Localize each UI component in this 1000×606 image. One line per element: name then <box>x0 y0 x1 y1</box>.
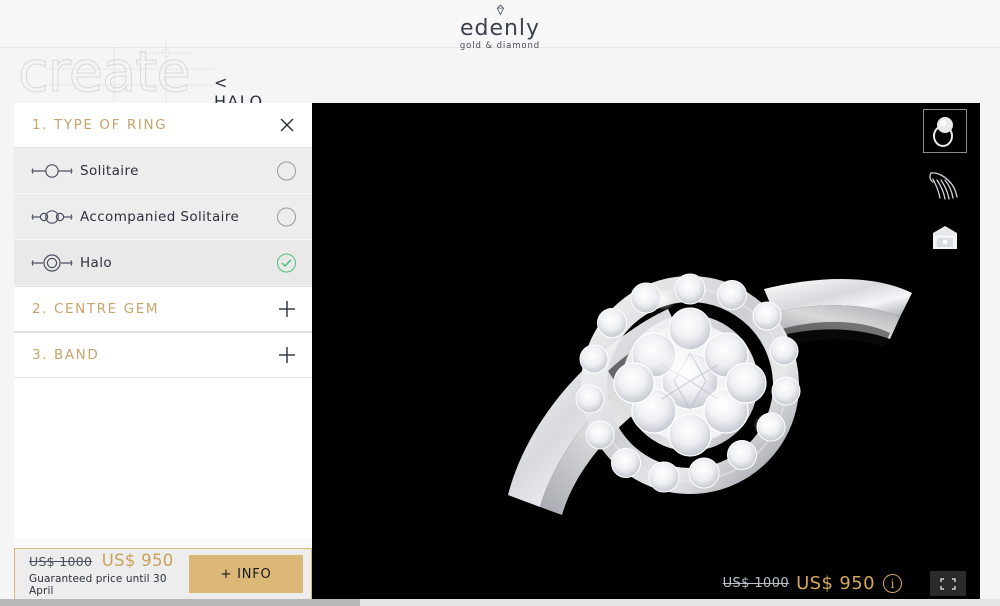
viewer-current-price: US$ 950 <box>796 573 875 594</box>
option-row-accompanied-solitaire[interactable]: Accompanied Solitaire <box>14 194 312 240</box>
accompanied-solitaire-ring-icon <box>30 207 80 227</box>
product-viewer[interactable]: US$ 1000 US$ 950 i <box>312 103 980 606</box>
section-header-centre-gem[interactable]: 2. CENTRE GEM <box>14 286 312 332</box>
hand-icon <box>929 172 958 200</box>
sidebar-empty-space <box>14 378 312 538</box>
halo-ring-icon <box>30 253 80 273</box>
radio-halo-selected[interactable] <box>277 253 296 272</box>
info-button[interactable]: + INFO <box>189 555 303 593</box>
configurator-sidebar: 1. TYPE OF RING Solitaire Accompanied So… <box>14 103 312 595</box>
brand-name: edenly <box>459 16 541 41</box>
option-label-halo: Halo <box>80 254 113 271</box>
fullscreen-icon <box>940 577 956 590</box>
view-mode-box[interactable] <box>923 215 967 259</box>
viewer-old-price: US$ 1000 <box>722 576 790 591</box>
radio-solitaire[interactable] <box>277 161 296 180</box>
price-summary-panel: US$ 1000 US$ 950 Guaranteed price until … <box>14 548 312 600</box>
fullscreen-button[interactable] <box>930 571 966 596</box>
view-mode-hand[interactable] <box>923 162 967 206</box>
horizontal-scrollbar[interactable] <box>0 599 1000 606</box>
section-header-type-of-ring[interactable]: 1. TYPE OF RING <box>14 103 312 148</box>
plus-icon[interactable] <box>276 344 298 366</box>
ring-thumbnail-icon <box>933 117 953 147</box>
page-title: create <box>18 40 192 105</box>
ring-configurator-app: edenly gold & diamond create < HALO 1. T… <box>0 0 1000 606</box>
view-mode-toolbar <box>923 109 971 268</box>
plus-icon[interactable] <box>276 298 298 320</box>
view-mode-ring[interactable] <box>923 109 967 153</box>
radio-accompanied-solitaire[interactable] <box>277 207 296 226</box>
ring-box-icon <box>933 226 957 249</box>
price-guarantee-note: Guaranteed price until 30 April <box>29 573 167 597</box>
option-row-solitaire[interactable]: Solitaire <box>14 148 312 194</box>
close-icon[interactable] <box>276 114 298 136</box>
info-circle-icon[interactable]: i <box>883 574 902 593</box>
option-label-accompanied-solitaire: Accompanied Solitaire <box>80 208 240 225</box>
brand-logo[interactable]: edenly gold & diamond <box>460 4 540 51</box>
section-title-band: 3. BAND <box>32 347 100 363</box>
viewer-price-overlay: US$ 1000 US$ 950 i <box>723 573 902 594</box>
section-header-band[interactable]: 3. BAND <box>14 332 312 378</box>
brand-tagline: gold & diamond <box>459 41 541 51</box>
price-line: US$ 1000 US$ 950 <box>29 551 189 572</box>
solitaire-ring-icon <box>30 161 80 181</box>
old-price: US$ 1000 <box>29 554 93 569</box>
price-text-block: US$ 1000 US$ 950 Guaranteed price until … <box>29 551 189 597</box>
scrollbar-thumb[interactable] <box>0 599 360 606</box>
halo-diamond-ring-image <box>508 273 912 515</box>
section-title-centre-gem: 2. CENTRE GEM <box>32 301 160 317</box>
section-title-type-of-ring: 1. TYPE OF RING <box>32 117 168 133</box>
current-price: US$ 950 <box>101 551 174 570</box>
option-row-halo[interactable]: Halo <box>14 240 312 286</box>
option-label-solitaire: Solitaire <box>80 162 139 179</box>
right-margin <box>980 103 1000 606</box>
